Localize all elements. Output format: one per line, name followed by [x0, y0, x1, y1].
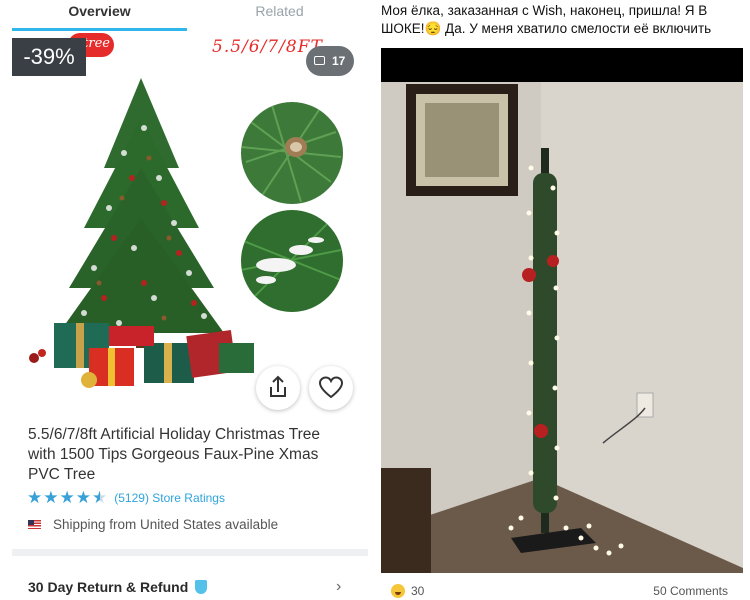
return-refund-row[interactable]: 30 Day Return & Refund [28, 579, 208, 595]
store-ratings-link[interactable]: (5129) Store Ratings [114, 491, 225, 505]
chevron-right-icon[interactable]: › [336, 578, 341, 596]
sizes-overlay-text: 5.5/6/7/8FT [212, 37, 323, 57]
discount-badge: -39% [12, 38, 86, 76]
star-icon: ★ [75, 488, 91, 507]
star-icon: ★ [43, 488, 59, 507]
detail-image-frosted-tips[interactable] [241, 210, 343, 312]
photo-count-badge[interactable]: 17 [306, 46, 354, 76]
tab-overview[interactable]: Overview [12, 0, 187, 31]
refund-label: 30 Day Return & Refund [28, 579, 189, 595]
post-caption: Моя ёлка, заказанная с Wish, наконец, пр… [381, 3, 712, 36]
laugh-emoji-icon [391, 584, 405, 598]
share-button[interactable] [256, 366, 300, 410]
star-icon: ★ [27, 488, 43, 507]
detail-image-pinecone[interactable] [241, 102, 343, 204]
tab-bar: Overview Related [0, 0, 370, 31]
star-icon: ★ [59, 488, 75, 507]
comments-link[interactable]: 50 Comments [653, 584, 728, 598]
section-divider [12, 549, 368, 556]
image-icon [314, 56, 325, 65]
shield-icon [195, 580, 208, 594]
social-post: Моя ёлка, заказанная с Wish, наконец, пр… [375, 0, 750, 600]
shipping-text: Shipping from United States available [53, 517, 279, 532]
product-image-gallery[interactable]: tree -39% 5.5/6/7/8FT 17 [12, 33, 368, 415]
us-flag-icon [28, 520, 41, 529]
rating-row[interactable]: ★ ★ ★ ★ ★ (5129) Store Ratings [27, 489, 225, 507]
reactions-count: 30 [411, 584, 425, 598]
tab-related[interactable]: Related [192, 0, 367, 30]
heart-icon [318, 376, 344, 399]
product-title: 5.5/6/7/8ft Artificial Holiday Christmas… [28, 426, 321, 483]
photo-count: 17 [332, 54, 346, 68]
wishlist-button[interactable] [309, 366, 353, 410]
half-star-icon: ★ [92, 488, 108, 507]
share-icon [270, 375, 286, 397]
christmas-tree-image [29, 78, 254, 388]
reactions[interactable]: 30 [391, 584, 424, 598]
shipping-info: Shipping from United States available [28, 517, 278, 532]
product-page: Overview Related tree -39% 5.5/6/7/8FT 1… [0, 0, 370, 600]
post-photo[interactable] [381, 48, 743, 573]
